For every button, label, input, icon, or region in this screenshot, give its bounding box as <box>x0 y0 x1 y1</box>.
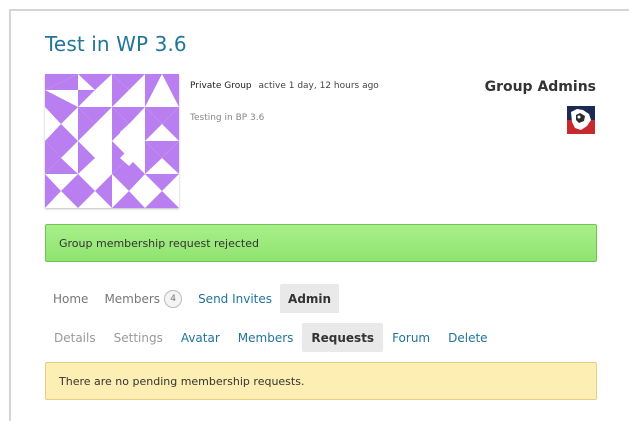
success-notice: Group membership request rejected <box>45 224 597 262</box>
admin-avatar-icon <box>567 106 595 134</box>
tab-send-invites[interactable]: Send Invites <box>190 284 280 313</box>
group-activity: active 1 day, 12 hours ago <box>258 81 379 91</box>
group-status: Private Group <box>190 81 252 91</box>
members-count-badge: 4 <box>164 289 183 308</box>
group-description: Testing in BP 3.6 <box>190 113 265 123</box>
tab-members-label: Members <box>104 291 161 306</box>
subtab-requests[interactable]: Requests <box>302 323 384 352</box>
group-avatar[interactable] <box>45 74 179 208</box>
tab-members[interactable]: Members 4 <box>96 284 190 313</box>
info-message: There are no pending membership requests… <box>45 362 597 400</box>
admin-subnav: Details Settings Avatar Members Requests… <box>45 323 497 352</box>
content-frame <box>9 9 629 421</box>
subtab-forum[interactable]: Forum <box>383 323 439 352</box>
group-nav-tabs: Home Members 4 Send Invites Admin <box>45 284 340 313</box>
subtab-settings[interactable]: Settings <box>105 323 172 352</box>
subtab-details[interactable]: Details <box>45 323 105 352</box>
group-admins-heading: Group Admins <box>484 79 596 95</box>
tab-home[interactable]: Home <box>45 284 96 313</box>
group-avatar-identicon <box>45 74 179 208</box>
page-title[interactable]: Test in WP 3.6 <box>45 32 187 56</box>
tab-admin[interactable]: Admin <box>280 284 340 313</box>
subtab-delete[interactable]: Delete <box>439 323 496 352</box>
subtab-avatar[interactable]: Avatar <box>172 323 229 352</box>
subtab-members[interactable]: Members <box>229 323 303 352</box>
group-meta: Private Group active 1 day, 12 hours ago <box>190 81 379 91</box>
admin-avatar[interactable] <box>567 106 595 134</box>
